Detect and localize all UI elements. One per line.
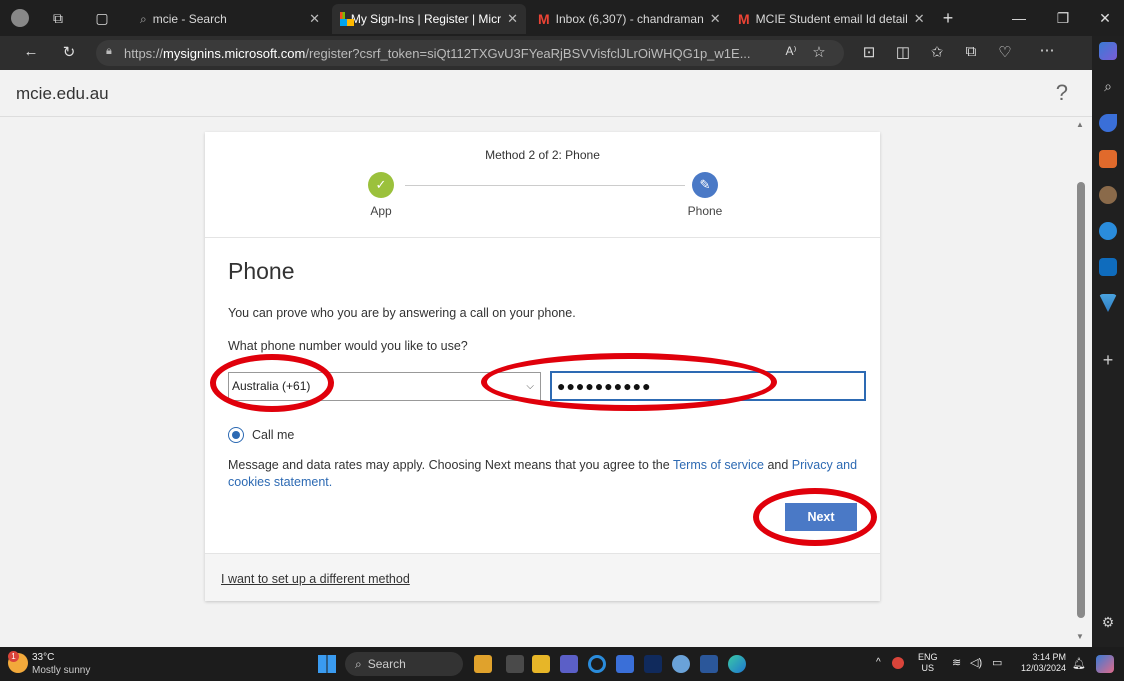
- gmail-icon: M: [538, 11, 550, 27]
- profile-avatar[interactable]: [8, 6, 32, 30]
- word-icon[interactable]: [700, 655, 718, 673]
- step-phone: ✎ Phone: [665, 172, 745, 218]
- language-indicator[interactable]: ENG US: [918, 652, 938, 674]
- outlook-icon[interactable]: [1099, 258, 1117, 276]
- page-content: mcie.edu.au ? ▲ ▼ Method 2 of 2: Phone ✓…: [0, 70, 1092, 647]
- drop-icon[interactable]: [1099, 222, 1117, 240]
- new-tab-button[interactable]: +: [936, 6, 960, 30]
- refresh-icon[interactable]: ↻: [58, 43, 80, 61]
- designer-icon[interactable]: [1099, 294, 1117, 312]
- screenshot-icon[interactable]: ⊡: [858, 43, 880, 61]
- task-view-icon[interactable]: [506, 655, 524, 673]
- weather-condition: Mostly sunny: [32, 665, 91, 676]
- tab-my-sign-ins[interactable]: My Sign-Ins | Register | Micr ✕: [332, 4, 526, 34]
- collections-icon[interactable]: ⧉: [960, 43, 982, 60]
- step-app: ✓ App: [341, 172, 421, 218]
- intro-text: You can prove who you are by answering a…: [228, 306, 576, 320]
- close-tab-icon[interactable]: ✕: [507, 11, 518, 27]
- split-screen-icon[interactable]: ◫: [892, 43, 914, 61]
- windows-taskbar: 1 33°C Mostly sunny ⌕ Search ^ ENG US ≋ ◁…: [0, 647, 1124, 681]
- search-icon: ⌕: [355, 657, 362, 671]
- close-tab-icon[interactable]: ✕: [710, 11, 721, 27]
- edge-icon[interactable]: [728, 655, 746, 673]
- tab-mcie-student-email[interactable]: M MCIE Student email Id detail ✕: [730, 4, 930, 34]
- tray-chevron-icon[interactable]: ^: [876, 657, 881, 668]
- page-header: mcie.edu.au ?: [0, 70, 1092, 117]
- tab-search[interactable]: ⌕ mcie - Search ✕: [132, 4, 328, 34]
- radio-button[interactable]: [228, 427, 244, 443]
- widget-app-icon[interactable]: [474, 655, 492, 673]
- annotation-circle: [481, 353, 777, 411]
- store-icon[interactable]: [616, 655, 634, 673]
- favorite-star-icon[interactable]: ☆: [808, 43, 830, 61]
- search-sidebar-icon[interactable]: ⌕: [1099, 78, 1117, 96]
- wifi-icon[interactable]: ≋: [952, 656, 961, 669]
- toolbar: ← ↻ 🔒︎ https://mysignins.microsoft.com/r…: [0, 36, 1092, 70]
- terms-of-service-link[interactable]: Terms of service: [673, 458, 764, 472]
- annotation-circle: [753, 488, 877, 546]
- favorites-icon[interactable]: ✩: [926, 43, 948, 61]
- pencil-icon: ✎: [692, 172, 718, 198]
- shopping-icon[interactable]: [1099, 114, 1117, 132]
- tab-actions-icon[interactable]: ▢: [90, 6, 114, 30]
- different-method-link[interactable]: I want to set up a different method: [221, 572, 410, 586]
- back-icon[interactable]: ←: [20, 43, 42, 60]
- tray-app-icon[interactable]: [892, 657, 904, 669]
- add-sidebar-app-icon[interactable]: +: [1099, 351, 1117, 370]
- microsoft-logo-icon: [340, 12, 354, 26]
- tools-icon[interactable]: [1099, 150, 1117, 168]
- close-window-button[interactable]: ✕: [1090, 6, 1120, 30]
- edge-sidebar: ⌕ + ⚙: [1092, 36, 1124, 647]
- question-label: What phone number would you like to use?: [228, 339, 468, 353]
- tab-inbox[interactable]: M Inbox (6,307) - chandraman ✕: [530, 4, 726, 34]
- more-options-icon[interactable]: ⋯: [1036, 41, 1058, 59]
- tab-strip: ⧉ ▢ ⌕ mcie - Search ✕ My Sign-Ins | Regi…: [0, 0, 1124, 36]
- close-tab-icon[interactable]: ✕: [914, 11, 925, 27]
- address-bar[interactable]: 🔒︎ https://mysignins.microsoft.com/regis…: [96, 40, 844, 66]
- browser-window: ⧉ ▢ ⌕ mcie - Search ✕ My Sign-Ins | Regi…: [0, 0, 1124, 681]
- settings-gear-icon[interactable]: ⚙: [1099, 614, 1117, 632]
- file-explorer-icon[interactable]: [532, 655, 550, 673]
- weather-badge: 1: [8, 651, 19, 662]
- workspaces-icon[interactable]: ⧉: [46, 6, 70, 30]
- help-icon[interactable]: ?: [1056, 80, 1068, 106]
- lock-icon: 🔒︎: [106, 45, 112, 57]
- settings-app-icon[interactable]: [672, 655, 690, 673]
- copilot-icon[interactable]: [1099, 42, 1117, 60]
- progress-line: [405, 185, 685, 186]
- checkmark-icon: ✓: [368, 172, 394, 198]
- windows-start-icon[interactable]: [318, 655, 336, 673]
- copilot-taskbar-icon[interactable]: [1096, 655, 1114, 673]
- page-scrollbar[interactable]: ▲ ▼: [1074, 120, 1088, 642]
- read-aloud-icon[interactable]: A⁾: [780, 44, 802, 58]
- notification-bell-icon[interactable]: 🔔︎: [1072, 657, 1086, 670]
- cortana-icon[interactable]: [588, 655, 606, 673]
- battery-icon[interactable]: ▭: [992, 656, 1002, 669]
- annotation-circle: [210, 354, 334, 412]
- restore-button[interactable]: ❐: [1048, 6, 1078, 30]
- volume-icon[interactable]: ◁): [970, 656, 982, 669]
- taskbar-search[interactable]: ⌕ Search: [345, 652, 463, 676]
- temperature: 33°C: [32, 652, 55, 663]
- card-footer: I want to set up a different method: [205, 553, 880, 601]
- gmail-icon: M: [738, 11, 750, 27]
- call-me-option[interactable]: Call me: [228, 427, 294, 443]
- progress-section: Method 2 of 2: Phone ✓ App ✎ Phone: [205, 132, 880, 238]
- section-heading: Phone: [228, 258, 295, 284]
- clock[interactable]: 3:14 PM 12/03/2024: [1018, 652, 1066, 674]
- games-icon[interactable]: [1099, 186, 1117, 204]
- search-icon: ⌕: [140, 11, 147, 26]
- progress-title: Method 2 of 2: Phone: [485, 148, 600, 162]
- teams-icon[interactable]: [560, 655, 578, 673]
- org-brand: mcie.edu.au: [16, 84, 109, 103]
- close-tab-icon[interactable]: ✕: [309, 11, 320, 27]
- health-icon[interactable]: ♡: [994, 43, 1016, 61]
- disney-icon[interactable]: [644, 655, 662, 673]
- minimize-button[interactable]: —: [1004, 6, 1034, 30]
- disclaimer-text: Message and data rates may apply. Choosi…: [228, 458, 858, 489]
